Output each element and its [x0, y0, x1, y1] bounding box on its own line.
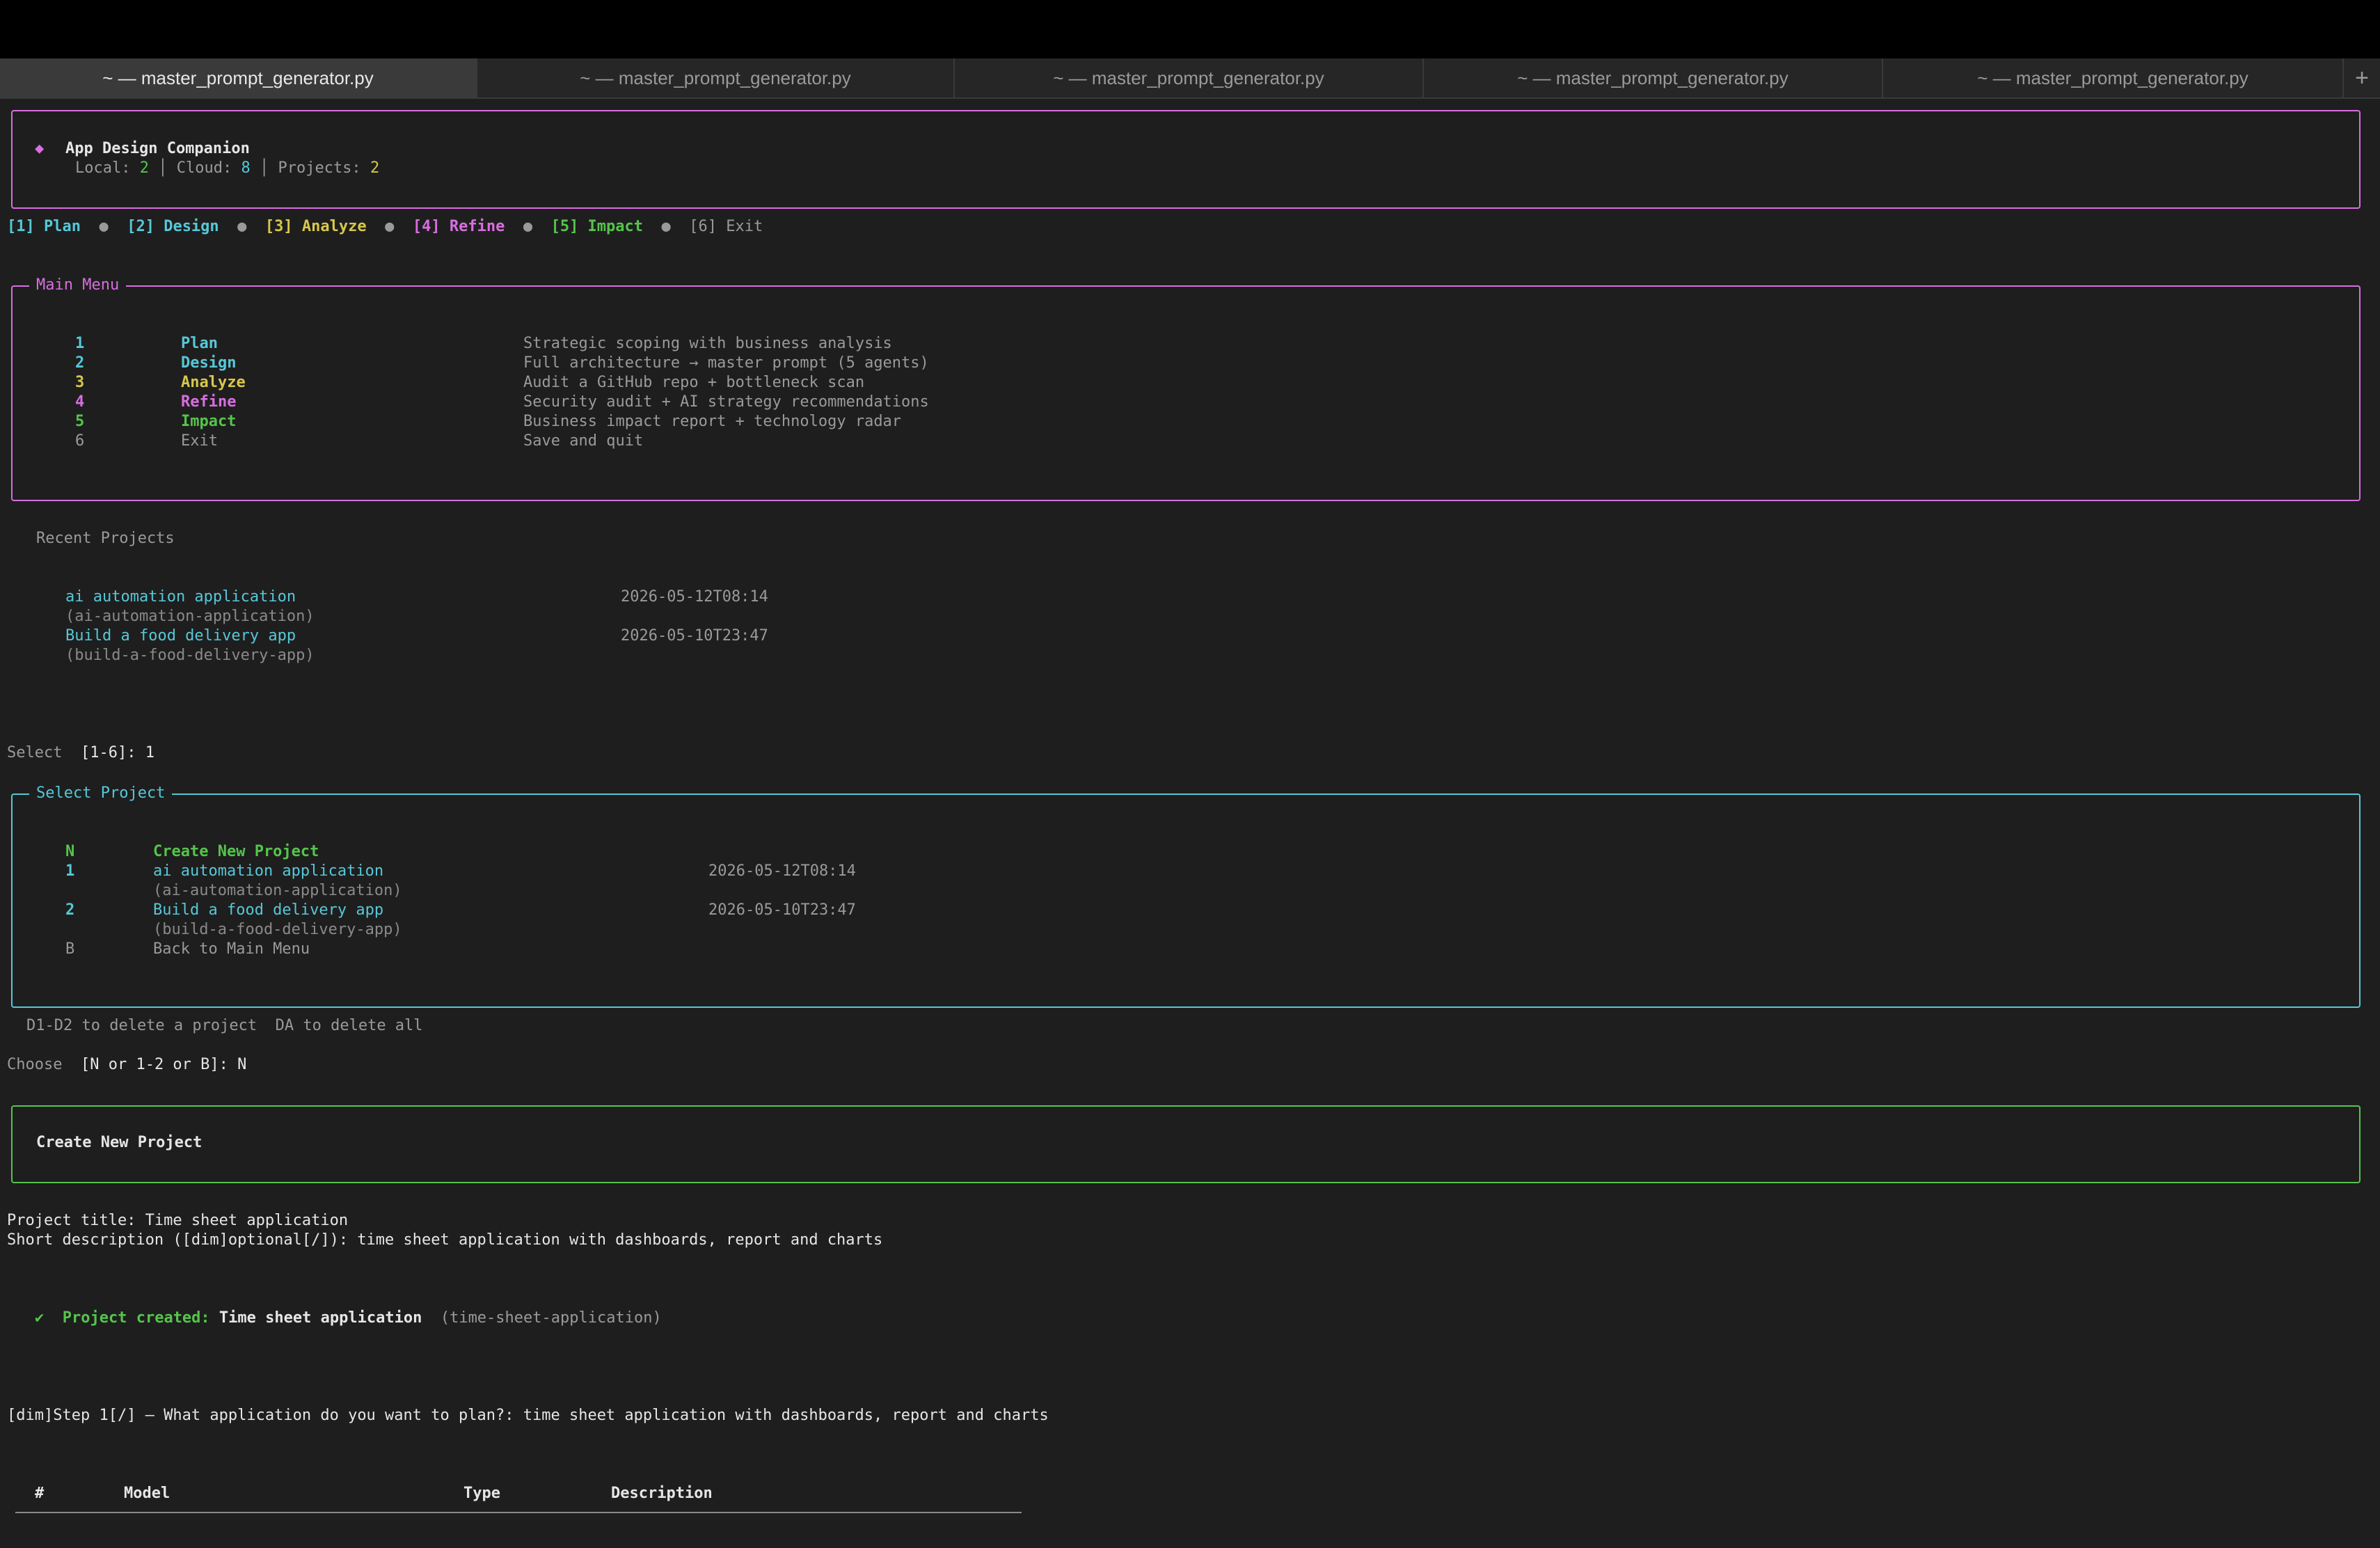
table-header-num: #: [35, 1485, 45, 1502]
nav-design[interactable]: [2] Design: [127, 218, 219, 235]
tab-bar: ~ — master_prompt_generator.py ~ — maste…: [0, 58, 2380, 99]
back-to-main-menu-option[interactable]: Back to Main Menu: [153, 940, 310, 959]
project-created-message: ✔ Project created: Time sheet applicatio…: [35, 1309, 662, 1328]
separator: │: [158, 159, 168, 177]
project-date: 2026-05-12T08:14: [708, 862, 856, 880]
menu-item-analyze[interactable]: Analyze: [181, 373, 246, 393]
select-options: [1-6]:: [80, 744, 136, 761]
project-date: 2026-05-10T23:47: [708, 901, 856, 919]
step-prompt-line: [dim]Step 1[/] — What application do you…: [7, 1407, 1049, 1424]
local-count: 2: [139, 159, 149, 177]
menu-num-2: 2: [75, 354, 85, 372]
created-label: Project created:: [62, 1309, 210, 1327]
create-project-panel: [11, 1105, 2361, 1183]
project-option[interactable]: ai automation application: [153, 862, 383, 881]
bullet-icon: ●: [523, 218, 533, 235]
project-option[interactable]: Build a food delivery app: [153, 901, 383, 920]
menu-num-1: 1: [75, 335, 85, 352]
recent-project-name[interactable]: ai automation application: [65, 587, 296, 607]
menu-item-refine[interactable]: Refine: [181, 393, 236, 412]
choose-options: [N or 1-2 or B]:: [80, 1056, 228, 1073]
menu-num-5: 5: [75, 413, 85, 430]
nav-analyze[interactable]: [3] Analyze: [265, 218, 367, 235]
menu-desc: Security audit + AI strategy recommendat…: [523, 393, 929, 411]
recent-projects-title: Recent Projects: [36, 530, 175, 547]
bullet-icon: ●: [237, 218, 247, 235]
app-title: App Design Companion: [65, 140, 250, 157]
menu-desc: Audit a GitHub repo + bottleneck scan: [523, 374, 865, 391]
choose-label: Choose: [7, 1056, 63, 1073]
back-key: B: [65, 940, 75, 958]
nav-exit[interactable]: [6] Exit: [689, 218, 763, 235]
menu-item-exit[interactable]: Exit: [181, 432, 218, 451]
tab-2[interactable]: ~ — master_prompt_generator.py: [477, 58, 955, 97]
bullet-icon: ●: [661, 218, 671, 235]
separator: │: [259, 159, 269, 177]
choose-prompt: Choose [N or 1-2 or B]: N: [7, 1055, 246, 1075]
tab-1[interactable]: ~ — master_prompt_generator.py: [0, 58, 477, 97]
create-new-project-option[interactable]: Create New Project: [153, 842, 319, 862]
select-input[interactable]: 1: [145, 744, 154, 761]
recent-project-date: 2026-05-12T08:14: [621, 588, 768, 606]
menu-num-3: 3: [75, 374, 85, 391]
diamond-icon: ◆: [35, 140, 45, 157]
recent-project-slug: (build-a-food-delivery-app): [65, 647, 315, 664]
local-label: Local:: [75, 159, 131, 177]
menu-item-design[interactable]: Design: [181, 354, 236, 373]
project-slug: (ai-automation-application): [153, 882, 402, 899]
new-tab-button[interactable]: +: [2344, 58, 2380, 97]
table-header-model: Model: [124, 1485, 170, 1502]
table-header-description: Description: [611, 1485, 713, 1502]
tab-3[interactable]: ~ — master_prompt_generator.py: [955, 58, 1424, 97]
menu-desc: Strategic scoping with business analysis: [523, 335, 892, 352]
delete-hint: D1-D2 to delete a project DA to delete a…: [26, 1017, 423, 1034]
select-project-title: Select Project: [29, 784, 173, 803]
project-num-1: 1: [65, 862, 75, 880]
short-description-line: Short description ([dim]optional[/]): ti…: [7, 1231, 883, 1249]
nav-refine[interactable]: [4] Refine: [413, 218, 505, 235]
menu-desc: Save and quit: [523, 432, 644, 450]
menu-desc: Full architecture → master prompt (5 age…: [523, 354, 929, 372]
table-header-type: Type: [463, 1485, 500, 1502]
select-prompt: Select [1-6]: 1: [7, 743, 154, 763]
recent-project-date: 2026-05-10T23:47: [621, 627, 768, 645]
menu-num-6: 6: [75, 432, 85, 450]
new-project-key: N: [65, 843, 75, 860]
check-icon: ✔: [35, 1309, 45, 1327]
created-project-slug: (time-sheet-application): [440, 1309, 662, 1327]
tab-5[interactable]: ~ — master_prompt_generator.py: [1883, 58, 2344, 97]
nav-bar: [1] Plan ● [2] Design ● [3] Analyze ● [4…: [7, 217, 763, 237]
recent-project-slug: (ai-automation-application): [65, 608, 315, 625]
projects-label: Projects:: [278, 159, 361, 177]
create-project-title: Create New Project: [36, 1134, 203, 1151]
window-top-bar: [0, 0, 2380, 58]
main-menu-title: Main Menu: [29, 276, 127, 295]
bullet-icon: ●: [99, 218, 109, 235]
main-menu-panel: Main Menu: [11, 276, 2361, 501]
select-label: Select: [7, 744, 63, 761]
project-slug: (build-a-food-delivery-app): [153, 921, 402, 938]
created-project-name: Time sheet application: [219, 1309, 422, 1327]
menu-item-impact[interactable]: Impact: [181, 412, 236, 432]
project-num-2: 2: [65, 901, 75, 919]
table-header-rule: [15, 1512, 1022, 1513]
cloud-count: 8: [241, 159, 251, 177]
menu-item-plan[interactable]: Plan: [181, 334, 218, 354]
project-title-line: Project title: Time sheet application: [7, 1212, 349, 1229]
recent-project-name[interactable]: Build a food delivery app: [65, 626, 296, 646]
menu-num-4: 4: [75, 393, 85, 411]
bullet-icon: ●: [385, 218, 395, 235]
header-stats: Local: 2 │ Cloud: 8 │ Projects: 2: [75, 159, 379, 178]
menu-desc: Business impact report + technology rada…: [523, 413, 902, 430]
cloud-label: Cloud:: [176, 159, 232, 177]
projects-count: 2: [370, 159, 380, 177]
choose-input[interactable]: N: [237, 1056, 246, 1073]
tab-4[interactable]: ~ — master_prompt_generator.py: [1424, 58, 1883, 97]
nav-plan[interactable]: [1] Plan: [7, 218, 81, 235]
nav-impact[interactable]: [5] Impact: [551, 218, 643, 235]
